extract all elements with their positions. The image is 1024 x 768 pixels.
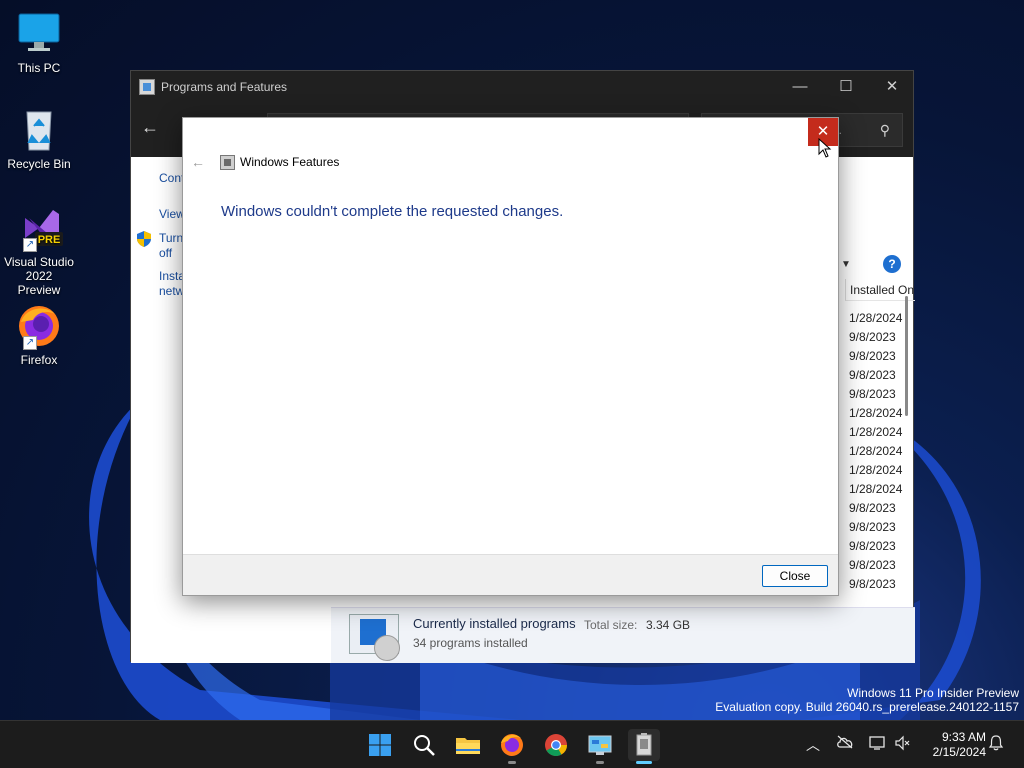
- firefox-icon: ↗: [15, 302, 63, 350]
- system-clock[interactable]: 9:33 AM 2/15/2024: [916, 730, 986, 760]
- firefox-icon: [501, 734, 523, 756]
- installed-programs-icon: [349, 614, 400, 661]
- install-date-cell: 1/28/2024: [849, 482, 903, 496]
- desktop-icon-firefox[interactable]: ↗ Firefox: [4, 302, 74, 367]
- back-arrow-icon[interactable]: ←: [191, 154, 205, 170]
- help-icon[interactable]: ?: [883, 255, 901, 273]
- taskbar: ︿ 9:33 AM 2/15/2024: [0, 720, 1024, 768]
- status-title: Currently installed programs: [413, 616, 576, 631]
- install-date-cell: 9/8/2023: [849, 501, 896, 515]
- shortcut-arrow-icon: ↗: [23, 238, 37, 252]
- chrome-icon: [545, 734, 567, 756]
- vertical-scrollbar[interactable]: [905, 296, 908, 416]
- maximize-button[interactable]: ☐: [823, 71, 869, 103]
- pre-badge: PRE: [38, 234, 61, 246]
- windows-features-dialog: ✕ ← Windows Features Windows couldn't co…: [182, 117, 839, 596]
- watermark-line-1: Windows 11 Pro Insider Preview: [847, 686, 1019, 700]
- view-dropdown-icon[interactable]: ▼: [841, 259, 851, 270]
- shortcut-arrow-icon: ↗: [23, 336, 37, 350]
- window-title: Programs and Features: [161, 80, 288, 94]
- network-icon[interactable]: [868, 735, 886, 751]
- notification-bell-icon[interactable]: [988, 735, 1004, 751]
- dialog-footer: Close: [183, 554, 838, 595]
- desktop-icon-recycle-bin[interactable]: Recycle Bin: [4, 106, 74, 171]
- install-date-cell: 1/28/2024: [849, 425, 903, 439]
- taskbar-control-panel[interactable]: [584, 729, 616, 764]
- install-date-cell: 9/8/2023: [849, 539, 896, 553]
- clock-date: 2/15/2024: [932, 745, 986, 759]
- install-date-cell: 1/28/2024: [849, 444, 903, 458]
- taskbar-file-explorer[interactable]: [452, 729, 484, 761]
- desktop-icon-label: Recycle Bin: [7, 157, 71, 171]
- error-message: Windows couldn't complete the requested …: [221, 203, 564, 220]
- back-arrow-icon[interactable]: ←: [141, 117, 159, 138]
- install-date-cell: 9/8/2023: [849, 577, 896, 591]
- program-count: 34 programs installed: [413, 636, 528, 650]
- window-titlebar[interactable]: Programs and Features — ☐ ✕: [131, 71, 913, 103]
- desktop-icon-this-pc[interactable]: This PC: [4, 10, 74, 75]
- start-icon: [369, 734, 391, 756]
- taskbar-search-button[interactable]: [408, 729, 440, 761]
- install-date-cell: 9/8/2023: [849, 558, 896, 572]
- evaluation-watermark: Windows 11 Pro Insider Preview Evaluatio…: [715, 686, 1019, 714]
- file-explorer-icon: [456, 738, 480, 754]
- search-icon: [414, 735, 435, 756]
- total-size-label: Total size:: [584, 618, 638, 632]
- close-button[interactable]: Close: [762, 565, 828, 587]
- search-icon: ⚲: [879, 122, 890, 138]
- taskbar-windows-features[interactable]: [628, 729, 660, 764]
- show-hidden-icons-chevron-icon[interactable]: ︿: [806, 735, 820, 755]
- taskbar-firefox[interactable]: [496, 729, 528, 764]
- control-panel-icon: [139, 79, 155, 95]
- windows-features-icon: [220, 155, 235, 170]
- taskbar-chrome[interactable]: [540, 729, 572, 761]
- visual-studio-icon: PRE ↗: [15, 204, 63, 252]
- minimize-button[interactable]: —: [777, 71, 823, 103]
- window-close-button[interactable]: ✕: [869, 71, 915, 103]
- desktop-icon-label: Firefox: [20, 353, 58, 367]
- windows-features-icon: [636, 733, 652, 756]
- control-panel-icon: [588, 735, 612, 755]
- monitor-icon: [15, 10, 63, 58]
- desktop-icon-visual-studio[interactable]: PRE ↗ Visual Studio 2022 Preview: [4, 204, 74, 297]
- watermark-line-2: Evaluation copy. Build 26040.rs_prerelea…: [715, 700, 1019, 714]
- desktop-icon-label: Visual Studio 2022 Preview: [4, 255, 74, 297]
- clock-time: 9:33 AM: [941, 730, 986, 744]
- dialog-title: Windows Features: [240, 155, 340, 169]
- program-list-column: ▼ ? Installed On 1/28/2024 9/8/2023 9/8/20…: [831, 251, 915, 591]
- total-size-value: 3.34 GB: [646, 618, 691, 632]
- install-date-cell: 9/8/2023: [849, 520, 896, 534]
- details-pane: Currently installed programs Total size:…: [331, 607, 915, 663]
- onedrive-icon[interactable]: [836, 735, 854, 749]
- start-button[interactable]: [364, 729, 396, 761]
- recycle-bin-icon: [15, 106, 63, 154]
- desktop-icon-label: This PC: [17, 61, 61, 75]
- volume-muted-icon[interactable]: [894, 735, 910, 751]
- mouse-cursor-icon: [818, 138, 832, 158]
- install-date-cell: 1/28/2024: [849, 463, 903, 477]
- shield-icon: [137, 231, 151, 247]
